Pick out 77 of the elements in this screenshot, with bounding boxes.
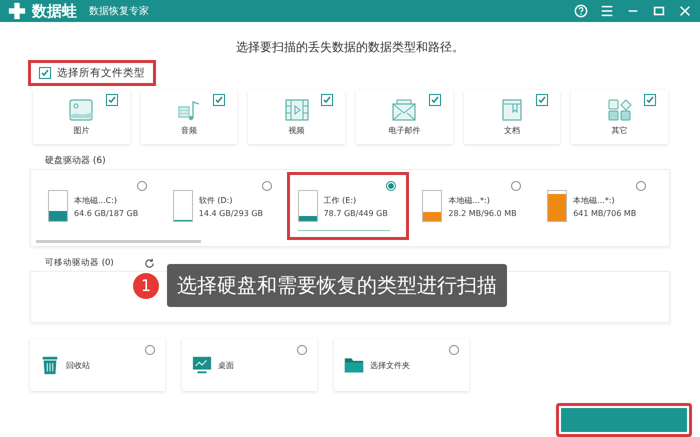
radio-button[interactable] [145,345,155,355]
radio-button[interactable] [636,181,646,191]
file-type-label: 文档 [504,124,520,136]
drive-usage: 14.4 GB/293 GB [198,208,264,218]
checkbox[interactable] [428,94,441,106]
file-type-card[interactable]: 视频 [248,90,346,144]
drive-usage: 641 MB/706 MB [573,208,636,218]
image-icon [69,98,94,120]
drive-item[interactable]: 工作 (E:) 78.7 GB/449 GB [286,172,410,240]
envelope-icon [392,98,416,120]
apps-icon [608,98,632,120]
music-icon [177,98,201,120]
checkbox[interactable] [213,94,226,106]
radio-button[interactable] [511,181,522,191]
drive-usage-icon [298,190,318,222]
radio-button[interactable] [386,181,396,191]
drive-usage-icon [547,190,568,222]
file-type-label: 视频 [288,124,305,136]
close-icon[interactable] [678,4,692,18]
drive-usage-icon [48,190,68,222]
location-card[interactable]: 回收站 [30,339,165,391]
drive-item[interactable]: 本地磁...*:) 28.2 MB/96.0 MB [411,172,534,240]
drive-name: 本地磁...*:) [573,194,616,206]
radio-button[interactable] [136,181,147,191]
document-icon [500,98,524,120]
logo-icon [8,2,26,20]
checkbox[interactable] [321,94,334,106]
drive-usage-icon [422,190,442,222]
trash-icon [40,355,60,375]
scrollbar[interactable] [36,240,201,243]
callout-tooltip: 选择硬盘和需要恢复的类型进行扫描 [167,264,507,307]
location-label: 选择文件夹 [370,360,410,370]
select-all-checkbox[interactable]: 选择所有文件类型 [28,60,156,86]
checkbox[interactable] [536,94,548,106]
drive-usage-icon [172,190,193,222]
scan-button[interactable] [556,403,692,437]
file-type-card[interactable]: 音频 [140,90,238,144]
file-type-label: 图片 [73,124,90,136]
instruction-text: 选择要扫描的丢失数据的数据类型和路径。 [235,39,465,56]
radio-button[interactable] [297,345,307,355]
checkbox[interactable] [644,94,656,106]
drive-name: 软件 (D:) [198,194,234,206]
drive-name: 本地磁...C:) [74,194,118,206]
maximize-icon[interactable] [652,4,666,18]
app-name: 数据蛙 [32,2,77,20]
location-card[interactable]: 桌面 [182,339,317,391]
drive-name: 本地磁...*:) [448,194,491,206]
radio-button[interactable] [262,181,272,191]
file-type-card[interactable]: 其它 [571,90,668,144]
check-icon [40,68,50,78]
drive-name: 工作 (E:) [324,194,358,206]
drive-usage: 64.6 GB/187 GB [74,208,138,218]
refresh-icon[interactable] [144,258,155,268]
app-subtitle: 数据恢复专家 [89,4,149,18]
drive-item[interactable]: 软件 (D:) 14.4 GB/293 GB [162,172,285,240]
drive-usage: 78.7 GB/449 GB [324,208,388,218]
file-type-label: 音频 [181,124,197,136]
help-icon[interactable] [574,4,588,18]
location-label: 桌面 [218,360,234,370]
location-label: 回收站 [66,360,90,370]
file-type-label: 电子邮件 [388,124,420,136]
file-type-card[interactable]: 图片 [33,90,130,144]
file-type-card[interactable]: 电子邮件 [356,90,453,144]
film-icon [284,98,309,120]
file-type-label: 其它 [612,124,628,136]
location-card[interactable]: 选择文件夹 [334,339,469,391]
step-badge: 1 [133,272,159,298]
menu-icon[interactable] [600,4,614,18]
drive-item[interactable]: 本地磁...*:) 641 MB/706 MB [536,172,659,240]
section-label: 可移动驱动器 (0) [45,257,114,269]
file-type-card[interactable]: 文档 [464,90,560,144]
monitor-icon [192,355,212,375]
drive-item[interactable]: 本地磁...C:) 64.6 GB/187 GB [37,172,160,240]
section-label: 硬盘驱动器 (6) [45,154,107,167]
checkbox[interactable] [106,94,118,106]
radio-button[interactable] [449,345,459,355]
drive-usage: 28.2 MB/96.0 MB [448,208,517,218]
